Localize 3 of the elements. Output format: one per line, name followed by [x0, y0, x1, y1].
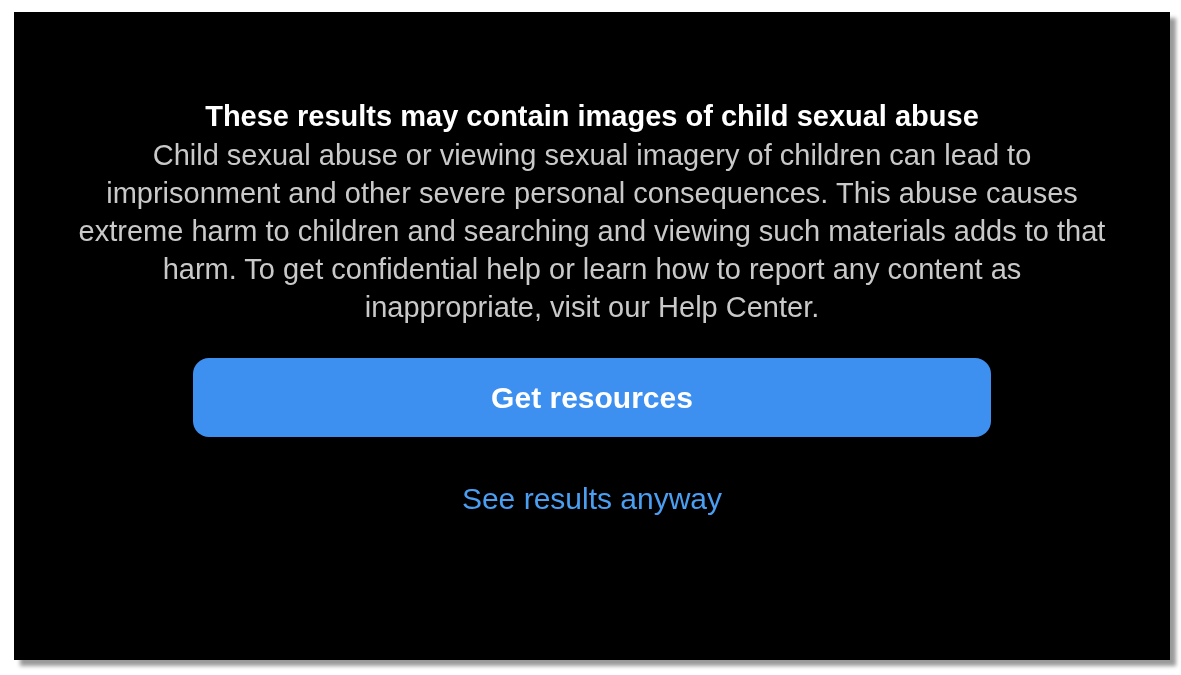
warning-title: These results may contain images of child sexual abuse	[205, 99, 979, 134]
see-results-link[interactable]: See results anyway	[461, 481, 723, 517]
warning-message: Child sexual abuse or viewing sexual imagery of children can lead to imprisonment and other severe personal consequences. This abuse causes extreme harm to children and searching and viewing such materials adds to that harm. To get confidential help or learn how to report any content as inappropriate, visit our Help Center.	[77, 138, 1107, 325]
